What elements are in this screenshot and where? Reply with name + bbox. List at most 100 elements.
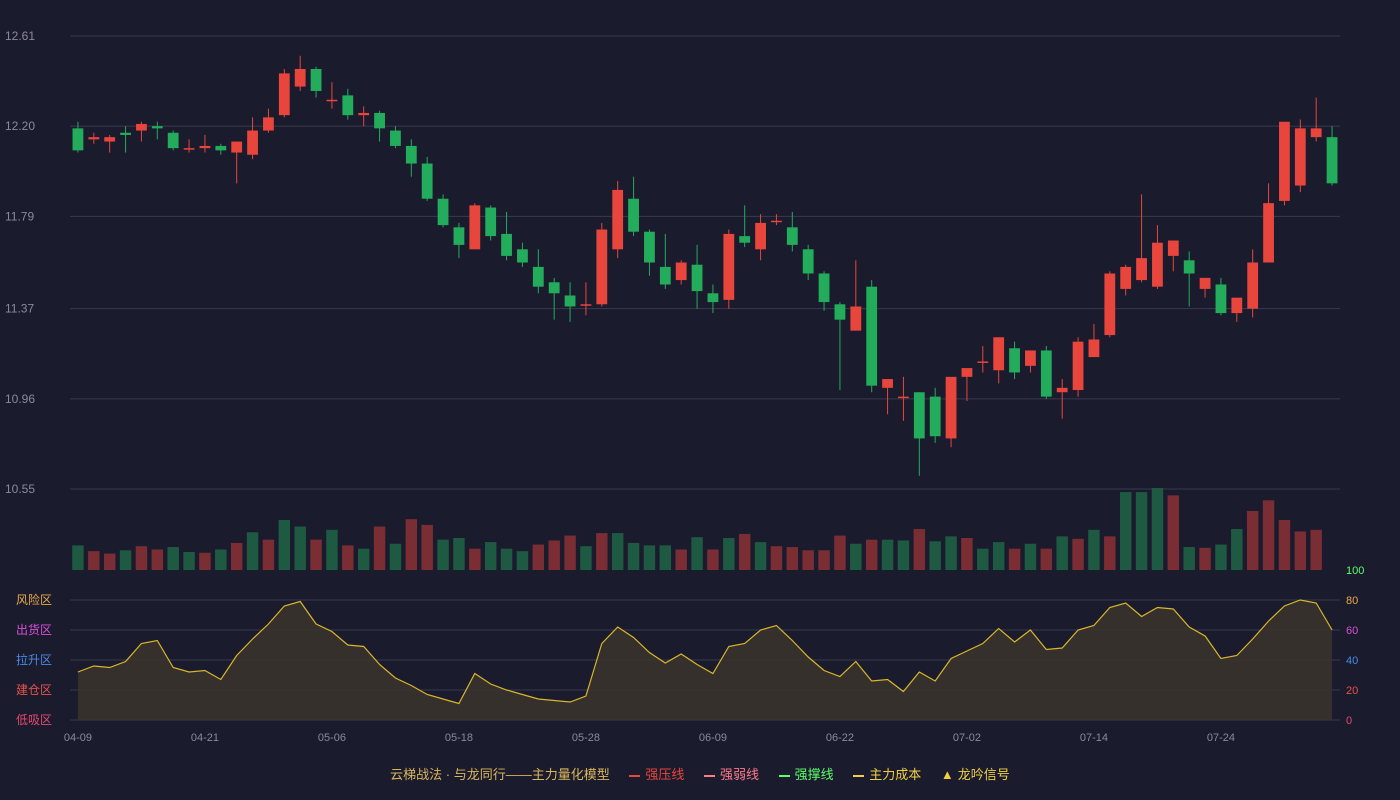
x-axis-labels: 04-09 04-21 05-06 05-18 05-28 06-09 06-22 07-02… bbox=[64, 732, 1235, 744]
candle-body bbox=[485, 207, 497, 237]
candle-body bbox=[644, 231, 655, 263]
volume-bar bbox=[1167, 495, 1180, 570]
candle bbox=[548, 277, 560, 320]
candle bbox=[136, 121, 147, 142]
indicator-tick-label: 0 bbox=[1346, 715, 1352, 727]
candle-body bbox=[1199, 277, 1211, 289]
candle bbox=[755, 214, 766, 261]
candle bbox=[405, 139, 417, 177]
candle bbox=[596, 222, 608, 307]
volume-bars bbox=[72, 488, 1322, 570]
volume-bar bbox=[1072, 538, 1084, 570]
volume-bar bbox=[675, 549, 687, 570]
candle-body bbox=[707, 293, 719, 303]
volume-bar bbox=[262, 539, 275, 570]
candle bbox=[1263, 183, 1274, 263]
candle bbox=[802, 244, 814, 281]
candle-body bbox=[294, 68, 306, 87]
candle-body bbox=[72, 128, 84, 151]
zone-label: 低吸区 bbox=[16, 713, 52, 727]
candle bbox=[1152, 225, 1163, 289]
legend-item-strength[interactable]: 强弱线 bbox=[704, 764, 759, 783]
volume-bar bbox=[421, 524, 433, 570]
volume-bar bbox=[659, 545, 672, 570]
candle bbox=[1088, 324, 1100, 358]
chart-legend: 云梯战法 · 与龙同行——主力量化模型 强压线 强弱线 强撑线 主力成本 ▲ 龙吟… bbox=[0, 764, 1400, 783]
candle-body bbox=[913, 392, 925, 439]
candle bbox=[469, 203, 481, 250]
candlestick-series bbox=[72, 55, 1338, 476]
candle-body bbox=[532, 266, 544, 287]
volume-bar bbox=[1310, 529, 1322, 570]
candle-body bbox=[1263, 203, 1274, 263]
legend-item-cost[interactable]: 主力成本 bbox=[853, 764, 921, 783]
candle-body bbox=[1120, 266, 1132, 289]
indicator-axis-labels: 100 80 60 40 20 0 bbox=[1346, 565, 1364, 727]
candle-body bbox=[167, 132, 179, 149]
volume-bar bbox=[1246, 510, 1259, 570]
candle-body bbox=[1167, 240, 1179, 256]
candle-body bbox=[1136, 258, 1147, 281]
volume-bar bbox=[627, 542, 640, 570]
candle bbox=[278, 68, 290, 118]
cost-line-icon bbox=[853, 774, 865, 777]
price-tick-label: 11.79 bbox=[5, 209, 34, 223]
price-axis-labels: 12.61 12.20 11.79 11.37 10.96 10.55 bbox=[5, 29, 35, 496]
candle-body bbox=[278, 73, 290, 116]
candle bbox=[532, 249, 544, 294]
volume-bar bbox=[802, 550, 814, 570]
candle bbox=[326, 82, 338, 109]
legend-label: 主力成本 bbox=[869, 767, 922, 782]
candle-body bbox=[390, 130, 401, 146]
legend-item-resistance[interactable]: 强压线 bbox=[629, 764, 684, 783]
candle bbox=[850, 260, 862, 331]
volume-bar bbox=[389, 543, 402, 570]
volume-bar bbox=[294, 526, 306, 570]
x-tick-label: 06-22 bbox=[826, 732, 854, 744]
candle bbox=[421, 156, 433, 201]
candle-body bbox=[612, 189, 624, 250]
volume-bar bbox=[1119, 492, 1132, 570]
volume-bar bbox=[326, 529, 338, 570]
volume-bar bbox=[1183, 547, 1195, 570]
volume-bar bbox=[1024, 543, 1037, 570]
volume-bar bbox=[183, 551, 195, 570]
candle-body bbox=[453, 227, 465, 245]
volume-bar bbox=[580, 546, 592, 570]
candle-body bbox=[469, 205, 481, 250]
legend-item-signal[interactable]: ▲ 龙吟信号 bbox=[941, 764, 1010, 783]
volume-bar bbox=[278, 519, 291, 570]
volume-bar bbox=[1135, 492, 1148, 570]
candle-body bbox=[1056, 387, 1068, 393]
candle-body bbox=[136, 123, 147, 131]
candle bbox=[1120, 264, 1132, 296]
candle bbox=[771, 214, 782, 226]
volume-bar bbox=[532, 544, 545, 570]
volume-bar bbox=[1040, 548, 1053, 570]
candle bbox=[151, 121, 163, 140]
candle bbox=[1025, 350, 1036, 373]
candle-body bbox=[834, 304, 846, 320]
candle-body bbox=[548, 282, 560, 294]
candle bbox=[580, 282, 592, 316]
indicator-tick-label: 60 bbox=[1346, 625, 1358, 637]
candle bbox=[294, 55, 306, 91]
volume-bar bbox=[230, 542, 243, 570]
candle-body bbox=[88, 137, 100, 140]
candle-body bbox=[945, 376, 957, 439]
price-tick-label: 12.61 bbox=[5, 29, 35, 43]
volume-bar bbox=[516, 551, 529, 570]
volume-bar bbox=[786, 547, 799, 570]
candle bbox=[691, 244, 703, 309]
candle bbox=[1231, 297, 1243, 322]
candle-body bbox=[961, 368, 973, 377]
candle bbox=[263, 108, 274, 133]
candle-body bbox=[628, 198, 639, 232]
candle-body bbox=[247, 130, 258, 155]
price-tick-label: 10.96 bbox=[5, 392, 35, 406]
candle bbox=[88, 132, 100, 144]
legend-item-support[interactable]: 强撑线 bbox=[778, 764, 834, 783]
candle bbox=[644, 229, 655, 276]
volume-bar bbox=[1088, 529, 1100, 570]
candle bbox=[818, 271, 830, 311]
